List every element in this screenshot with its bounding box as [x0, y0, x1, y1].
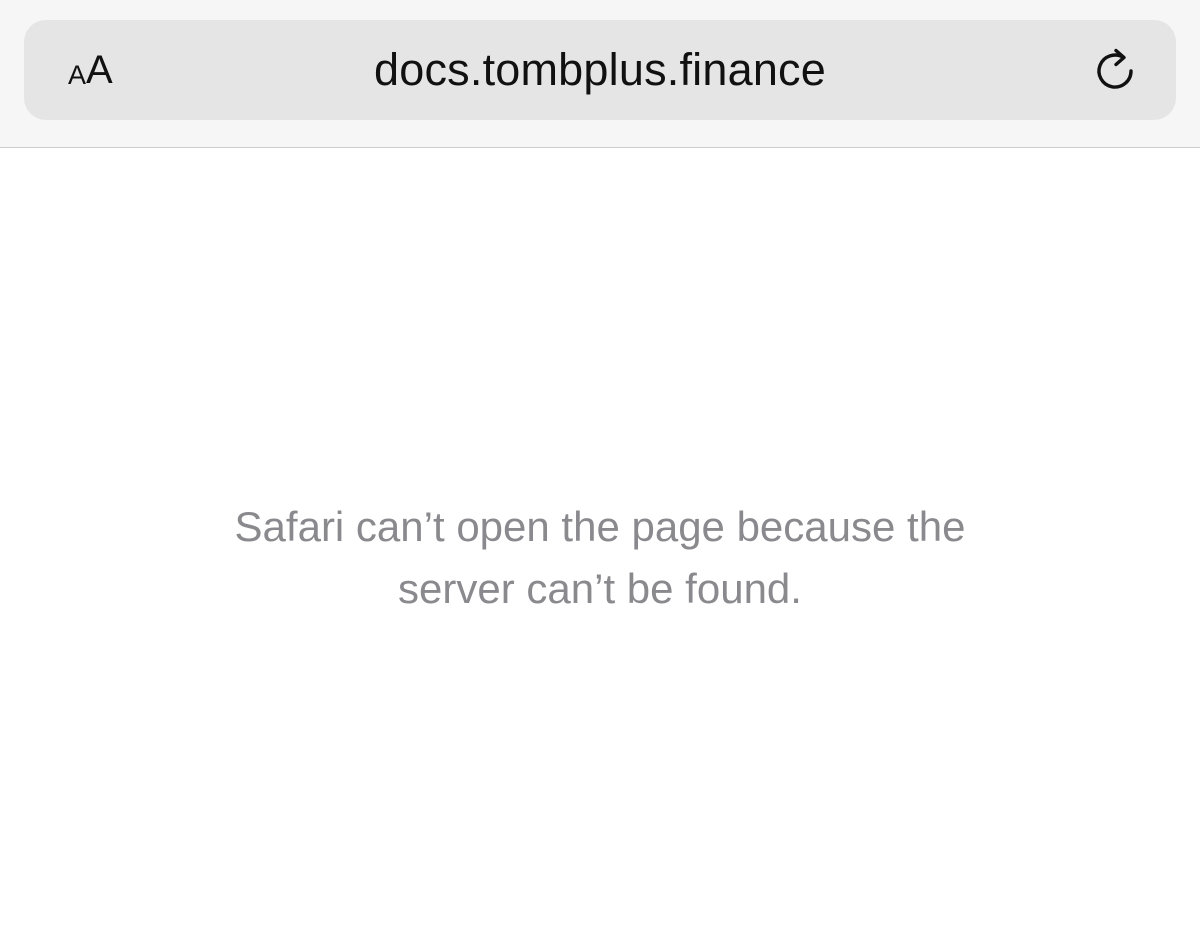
error-message-line-2: server can’t be found.: [398, 565, 802, 612]
text-size-large-letter: A: [86, 48, 113, 92]
error-message-line-1: Safari can’t open the page because the: [234, 503, 966, 550]
reload-button[interactable]: [1088, 42, 1142, 98]
reload-icon: [1097, 48, 1133, 89]
error-message: Safari can’t open the page because the s…: [150, 496, 1050, 620]
url-field[interactable]: docs.tombplus.finance: [224, 20, 976, 120]
text-size-icon[interactable]: A A: [68, 20, 168, 120]
address-bar[interactable]: A A docs.tombplus.finance: [24, 20, 1176, 120]
browser-toolbar: A A docs.tombplus.finance: [0, 0, 1200, 148]
page-content: Safari can’t open the page because the s…: [0, 149, 1200, 942]
text-size-small-letter: A: [68, 59, 87, 90]
